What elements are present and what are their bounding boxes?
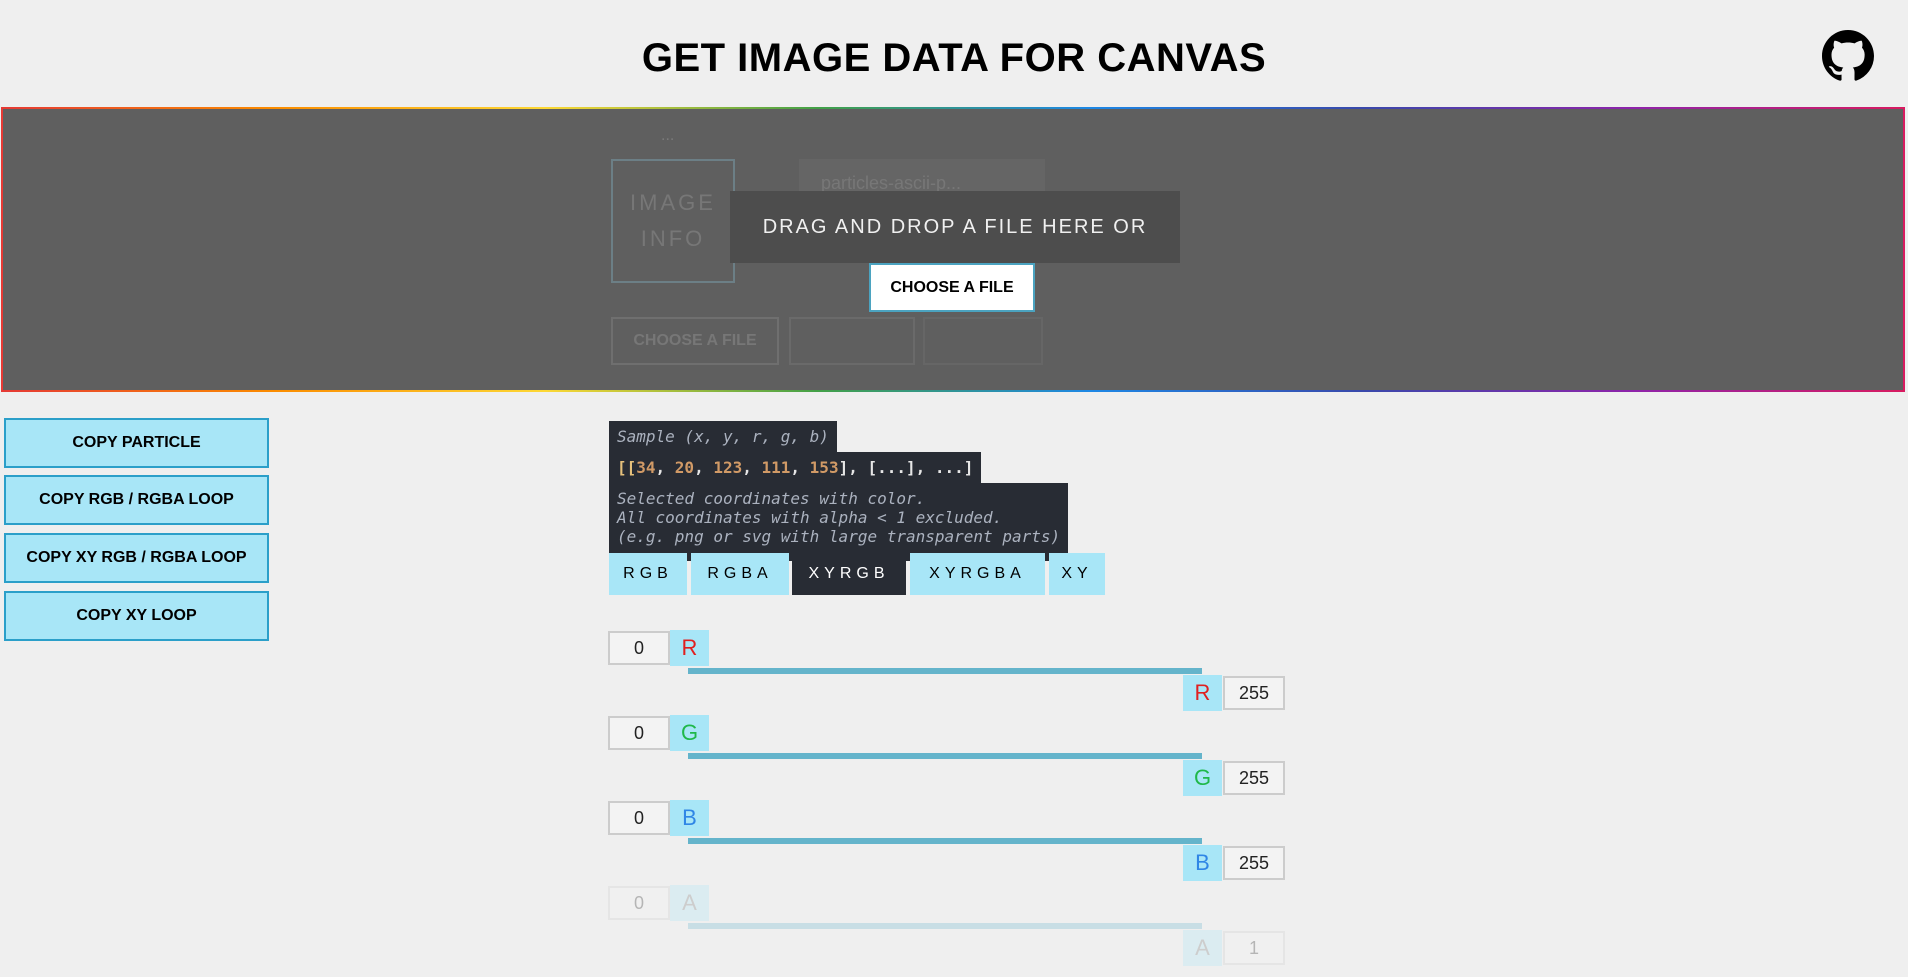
a-min-input: 0 <box>608 886 670 920</box>
g-max-input[interactable]: 255 <box>1223 761 1285 795</box>
drop-prompt: DRAG AND DROP A FILE HERE OR <box>730 191 1180 263</box>
b-min-label: B <box>670 800 709 836</box>
tab-rgba[interactable]: RGBA <box>691 553 789 595</box>
ghost-dots: ... <box>661 127 675 144</box>
g-min-label: G <box>670 715 709 751</box>
tab-xy[interactable]: XY <box>1049 553 1105 595</box>
sample-note: Selected coordinates with color. All coor… <box>609 483 1069 561</box>
ghost-button <box>789 317 915 365</box>
a-range-slider <box>688 923 1202 929</box>
a-max-label: A <box>1183 930 1222 966</box>
choose-file-button[interactable]: CHOOSE A FILE <box>869 263 1035 312</box>
r-max-label: R <box>1183 675 1222 711</box>
r-min-label: R <box>670 630 709 666</box>
tab-rgb[interactable]: RGB <box>609 553 687 595</box>
ghost-choose-button: CHOOSE A FILE <box>611 317 779 365</box>
a-min-label: A <box>670 885 709 921</box>
page-title: GET IMAGE DATA FOR CANVAS <box>641 36 1267 80</box>
copy-rgb-rgba-loop-button[interactable]: COPY RGB / RGBA LOOP <box>4 475 269 525</box>
r-min-input[interactable]: 0 <box>608 631 670 665</box>
b-max-label: B <box>1183 845 1222 881</box>
g-min-input[interactable]: 0 <box>608 716 670 750</box>
b-range-slider[interactable] <box>688 838 1202 844</box>
r-range-slider[interactable] <box>688 668 1202 674</box>
g-range-slider[interactable] <box>688 753 1202 759</box>
github-icon[interactable] <box>1822 30 1874 82</box>
g-max-label: G <box>1183 760 1222 796</box>
copy-xy-loop-button[interactable]: COPY XY LOOP <box>4 591 269 641</box>
sample-code: [[34, 20, 123, 111, 153], [...], ...] <box>609 452 982 483</box>
ghost-image-info: IMAGE INFO <box>611 159 735 283</box>
b-max-input[interactable]: 255 <box>1223 846 1285 880</box>
b-min-input[interactable]: 0 <box>608 801 670 835</box>
copy-particle-button[interactable]: COPY PARTICLE <box>4 418 269 468</box>
ghost-button <box>923 317 1043 365</box>
copy-xy-rgb-rgba-loop-button[interactable]: COPY XY RGB / RGBA LOOP <box>4 533 269 583</box>
tab-xyrgb[interactable]: XYRGB <box>792 553 906 595</box>
r-max-input[interactable]: 255 <box>1223 676 1285 710</box>
file-drop-zone[interactable]: ... IMAGE INFO particles-ascii-p... CHOO… <box>1 107 1905 392</box>
sample-heading: Sample (x, y, r, g, b) <box>609 421 837 452</box>
tab-xyrgba[interactable]: XYRGBA <box>910 553 1045 595</box>
a-max-input: 1 <box>1223 931 1285 965</box>
